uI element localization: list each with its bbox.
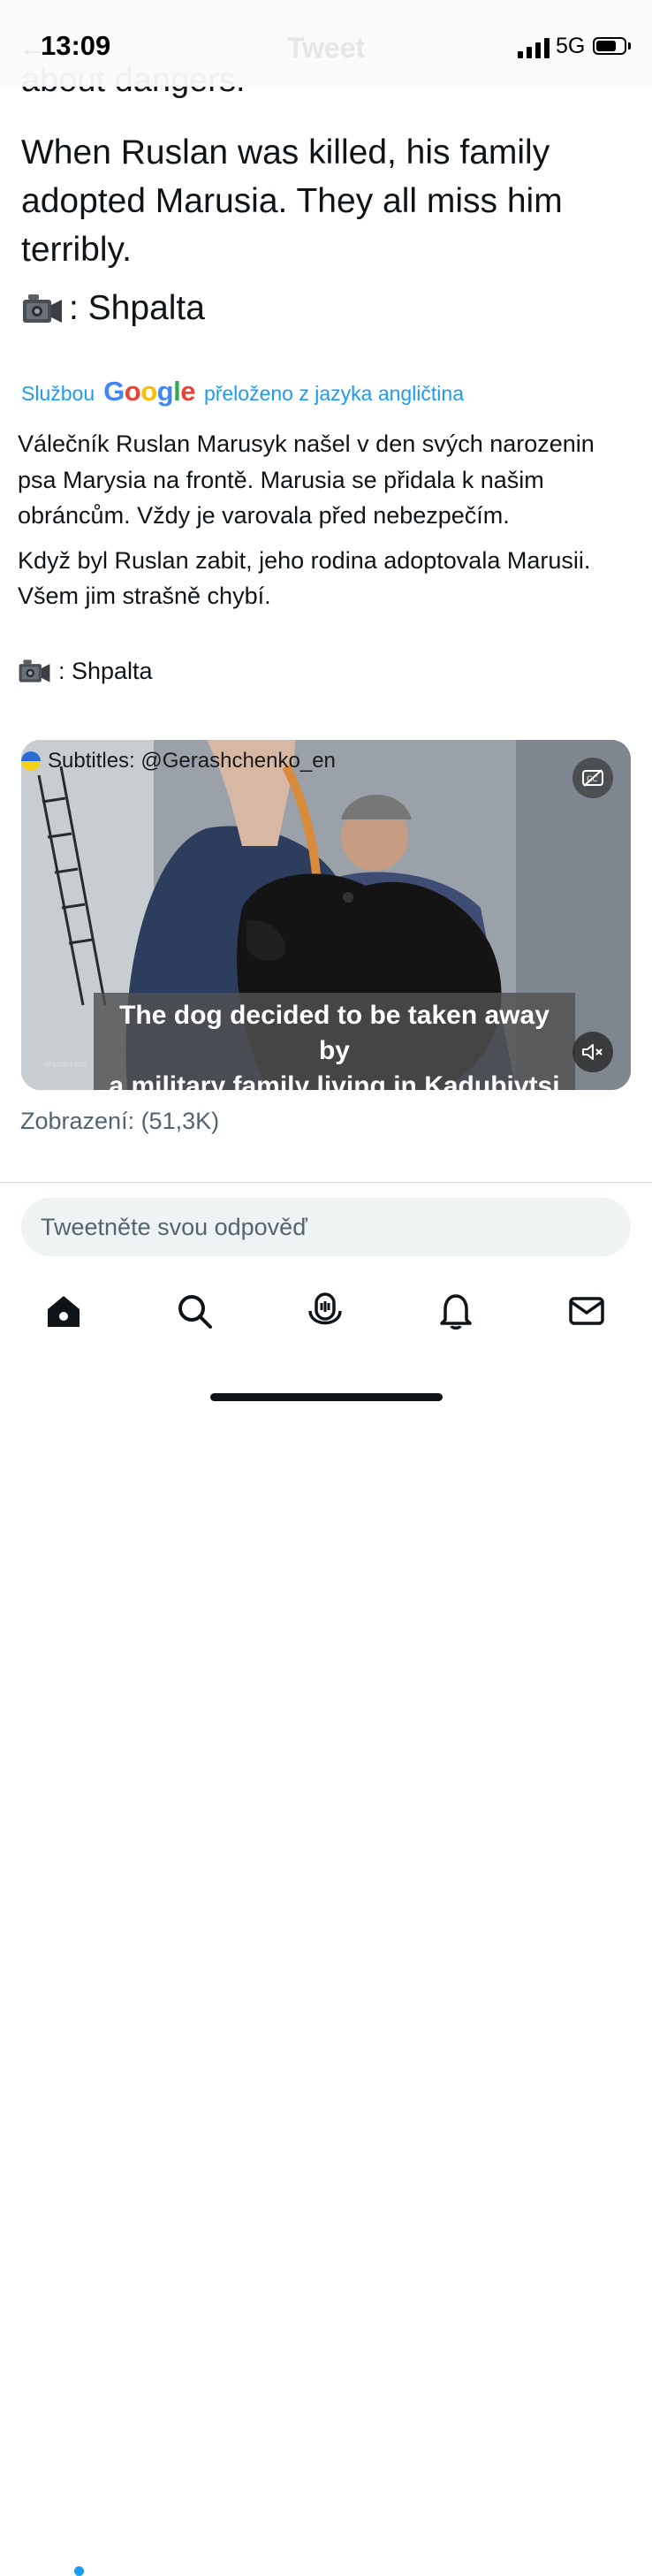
video-watermark: shpalta.me — [44, 1060, 87, 1070]
video-caption: The dog decided to be taken away by a mi… — [94, 993, 575, 1090]
tab-spaces[interactable] — [299, 1280, 352, 1342]
translated-credit: : Shpalta — [18, 657, 153, 685]
ukraine-flag-icon — [21, 751, 41, 771]
caption-line-1: The dog decided to be taken away by — [119, 1001, 550, 1065]
battery-cap — [628, 42, 631, 50]
messages-envelope-icon — [569, 1297, 604, 1325]
reply-input[interactable]: Tweetněte svou odpověď — [21, 1198, 631, 1256]
tweet-credit-text: : Shpalta — [69, 289, 205, 327]
view-count: Zobrazení: (51,3K) — [20, 1108, 220, 1134]
translation-attribution: Službou Google přeloženo z jazyka anglič… — [21, 376, 464, 408]
subtitles-credit-text: Subtitles: @Gerashchenko_en — [48, 749, 336, 773]
translated-credit-text: : Shpalta — [58, 657, 153, 684]
translated-paragraph-2: Když byl Ruslan zabit, jeho rodina adopt… — [18, 546, 591, 610]
captions-toggle-button[interactable]: CC — [572, 758, 613, 798]
search-icon — [178, 1295, 212, 1329]
video-camera-icon — [21, 291, 64, 326]
status-bar: ← Tweet 13:09 5G — [0, 0, 652, 87]
tab-home[interactable] — [37, 1280, 90, 1342]
subtitles-credit: Subtitles: @Gerashchenko_en — [21, 749, 336, 774]
google-logo: Google — [103, 376, 195, 407]
muted-speaker-icon — [582, 1044, 603, 1060]
divider — [0, 1182, 652, 1183]
translated-paragraph-1: Válečník Ruslan Marusyk našel v den svýc… — [18, 431, 595, 529]
battery-icon — [593, 37, 626, 55]
home-icon — [48, 1296, 80, 1327]
video-camera-icon — [18, 657, 51, 685]
mute-toggle-button[interactable] — [572, 1032, 613, 1072]
translation-prefix: Službou — [21, 382, 95, 405]
home-indicator — [210, 1393, 443, 1401]
translated-text: Válečník Ruslan Marusyk našel v den svýc… — [18, 426, 636, 623]
notifications-bell-icon — [440, 1294, 472, 1330]
translation-suffix[interactable]: přeloženo z jazyka angličtina — [204, 382, 464, 406]
captions-off-icon: CC — [582, 769, 603, 787]
network-type: 5G — [556, 34, 586, 58]
caption-line-2: a military family living in Kadubivtsi — [109, 1071, 560, 1090]
cellular-signal-icon — [518, 37, 550, 58]
tab-notifications[interactable] — [429, 1280, 482, 1342]
spaces-icon — [308, 1292, 342, 1325]
tab-messages[interactable] — [560, 1280, 613, 1342]
tab-search[interactable] — [168, 1280, 221, 1342]
home-notification-dot — [74, 2566, 84, 2576]
tweet-credit: : Shpalta — [21, 289, 205, 328]
status-time: 13:09 — [41, 30, 111, 61]
video-player[interactable]: Subtitles: @Gerashchenko_en CC The dog d… — [21, 740, 631, 1090]
tweet-text: When Ruslan was killed, his family adopt… — [21, 133, 563, 269]
bottom-tab-bar — [0, 1280, 652, 2576]
